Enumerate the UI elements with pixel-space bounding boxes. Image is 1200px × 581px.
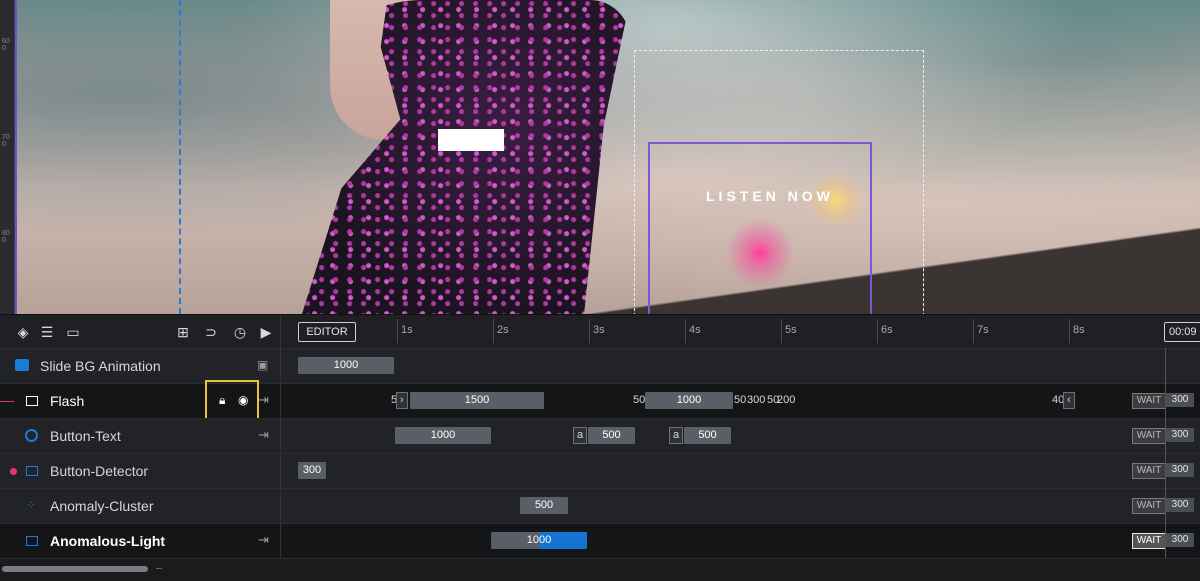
editor-button[interactable]: EDITOR: [298, 322, 356, 342]
ruler-mark: 800: [2, 230, 10, 244]
play-icon[interactable]: ▶: [257, 323, 275, 341]
timeline-bar[interactable]: 1000: [645, 392, 733, 409]
keyframe-value[interactable]: 300: [747, 392, 765, 409]
timeline-bar[interactable]: 300: [298, 462, 326, 479]
layers-icon[interactable]: ◈: [14, 323, 32, 341]
wait-label[interactable]: WAIT: [1132, 428, 1166, 444]
tick-label: 8s: [1073, 324, 1085, 336]
wait-value[interactable]: 300: [1166, 393, 1194, 407]
grid-icon[interactable]: ⊞: [174, 323, 192, 341]
wait-label[interactable]: WAIT: [1132, 498, 1166, 514]
lock-visibility-controls: 🔒︎ ◉: [205, 380, 259, 420]
toolbar-left: ◈ ☰ ▭ ⊞ ⊃ ◷ ▶: [0, 315, 281, 349]
scroll-indicator: [156, 568, 162, 569]
timeline-tick: [493, 319, 494, 343]
layer-row[interactable]: Slide BG Animation ▣ 1000: [0, 348, 1200, 383]
cluster-icon: ⁘: [26, 498, 37, 512]
layer-row[interactable]: Flash 🔒︎ ◉ ⇥ 5 › 1500 50 1000 50 300 50 …: [0, 380, 1200, 420]
timeline-bar[interactable]: 500: [520, 497, 568, 514]
tick-label: 3s: [593, 324, 605, 336]
tick-label: 4s: [689, 324, 701, 336]
ruler-mark: 700: [2, 134, 10, 148]
layer-row-side: [0, 419, 281, 453]
tick-label: 7s: [977, 324, 989, 336]
rectangle-icon: [26, 466, 38, 476]
collapse-icon[interactable]: ›: [396, 392, 408, 409]
timeline-bar[interactable]: 500: [684, 427, 731, 444]
layer-name[interactable]: Button-Text: [50, 428, 121, 444]
layer-row[interactable]: Button-Text ⇥ 1000 a 500 a 500 WAIT 300: [0, 418, 1200, 453]
action-marker[interactable]: a: [573, 427, 588, 444]
image-icon: [15, 359, 29, 371]
status-dot: [10, 468, 17, 475]
timeline-toolbar: ◈ ☰ ▭ ⊞ ⊃ ◷ ▶ EDITOR 1s 2s 3s 4s 5s 6s 7…: [0, 314, 1200, 349]
button-layer-frame[interactable]: [648, 142, 872, 314]
tick-label: 5s: [785, 324, 797, 336]
wait-label[interactable]: WAIT: [1132, 463, 1166, 479]
wait-label[interactable]: WAIT: [1132, 533, 1166, 549]
vertical-guide-line[interactable]: [179, 0, 181, 314]
timeline-tick: [781, 319, 782, 343]
tick-label: 2s: [497, 324, 509, 336]
radio-icon: [25, 429, 38, 442]
layer-row[interactable]: Button-Detector 300 WAIT 300: [0, 453, 1200, 488]
keyframe-value[interactable]: 50: [734, 392, 746, 409]
timeline-tick: [685, 319, 686, 343]
menu-icon[interactable]: ☰: [38, 323, 56, 341]
expand-icon[interactable]: ‹: [1063, 392, 1075, 409]
hide-icon[interactable]: ◉: [238, 393, 248, 407]
keyframe-value[interactable]: 200: [777, 392, 795, 409]
layer-row[interactable]: Anomalous-Light ⇥ 1000 WAIT 300: [0, 523, 1200, 558]
timeline-tick: [397, 319, 398, 343]
rectangle-icon: [26, 536, 38, 546]
wait-value[interactable]: 300: [1166, 533, 1194, 547]
canvas-edge-guide: [15, 0, 17, 314]
layer-row[interactable]: ⁘ Anomaly-Cluster 500 WAIT 300: [0, 488, 1200, 523]
vertical-ruler: 600 700 800: [0, 0, 15, 314]
rectangle-icon: [26, 396, 38, 406]
tick-label: 1s: [401, 324, 413, 336]
ruler-mark: 600: [2, 38, 10, 52]
timeline-bar[interactable]: 500: [588, 427, 635, 444]
keyframe-value[interactable]: 50: [633, 392, 645, 409]
timer-icon[interactable]: ◷: [231, 323, 249, 341]
layer-name[interactable]: Anomaly-Cluster: [50, 498, 153, 514]
action-marker[interactable]: a: [669, 427, 684, 444]
timeline-bar[interactable]: 1500: [410, 392, 544, 409]
listen-now-button-text[interactable]: LISTEN NOW: [706, 188, 834, 204]
layer-name[interactable]: Slide BG Animation: [40, 358, 161, 374]
timeline-tick: [877, 319, 878, 343]
timeline-tick: [1069, 319, 1070, 343]
selected-indicator: [0, 401, 14, 402]
playhead-line[interactable]: [1165, 348, 1166, 558]
align-end-icon[interactable]: ⇥: [258, 427, 269, 443]
lock-icon[interactable]: 🔒︎: [219, 393, 225, 408]
align-end-icon[interactable]: ⇥: [258, 392, 269, 408]
timeline-bar[interactable]: 1000: [395, 427, 491, 444]
layer-name[interactable]: Button-Detector: [50, 463, 148, 479]
tick-label: 6s: [881, 324, 893, 336]
timeline-bar[interactable]: 1000: [298, 357, 394, 374]
wait-value[interactable]: 300: [1166, 498, 1194, 512]
canvas-preview[interactable]: 600 700 800 LISTEN NOW: [0, 0, 1200, 314]
timeline-tick: [589, 319, 590, 343]
flash-layer-element[interactable]: [438, 129, 504, 151]
horizontal-scrollbar[interactable]: [0, 558, 1200, 581]
layer-name[interactable]: Anomalous-Light: [50, 533, 165, 549]
magnet-icon[interactable]: ⊃: [202, 323, 220, 341]
wait-value[interactable]: 300: [1166, 463, 1194, 477]
current-time-display[interactable]: 00:09: [1164, 322, 1200, 342]
gallery-icon[interactable]: ▣: [257, 358, 268, 372]
scroll-thumb[interactable]: [2, 566, 148, 572]
wait-label[interactable]: WAIT: [1132, 393, 1166, 409]
wait-value[interactable]: 300: [1166, 428, 1194, 442]
align-end-icon[interactable]: ⇥: [258, 532, 269, 548]
timeline-tick: [973, 319, 974, 343]
folder-icon[interactable]: ▭: [64, 323, 82, 341]
timeline-bar[interactable]: 1000: [491, 532, 587, 549]
layer-name[interactable]: Flash: [50, 393, 84, 409]
